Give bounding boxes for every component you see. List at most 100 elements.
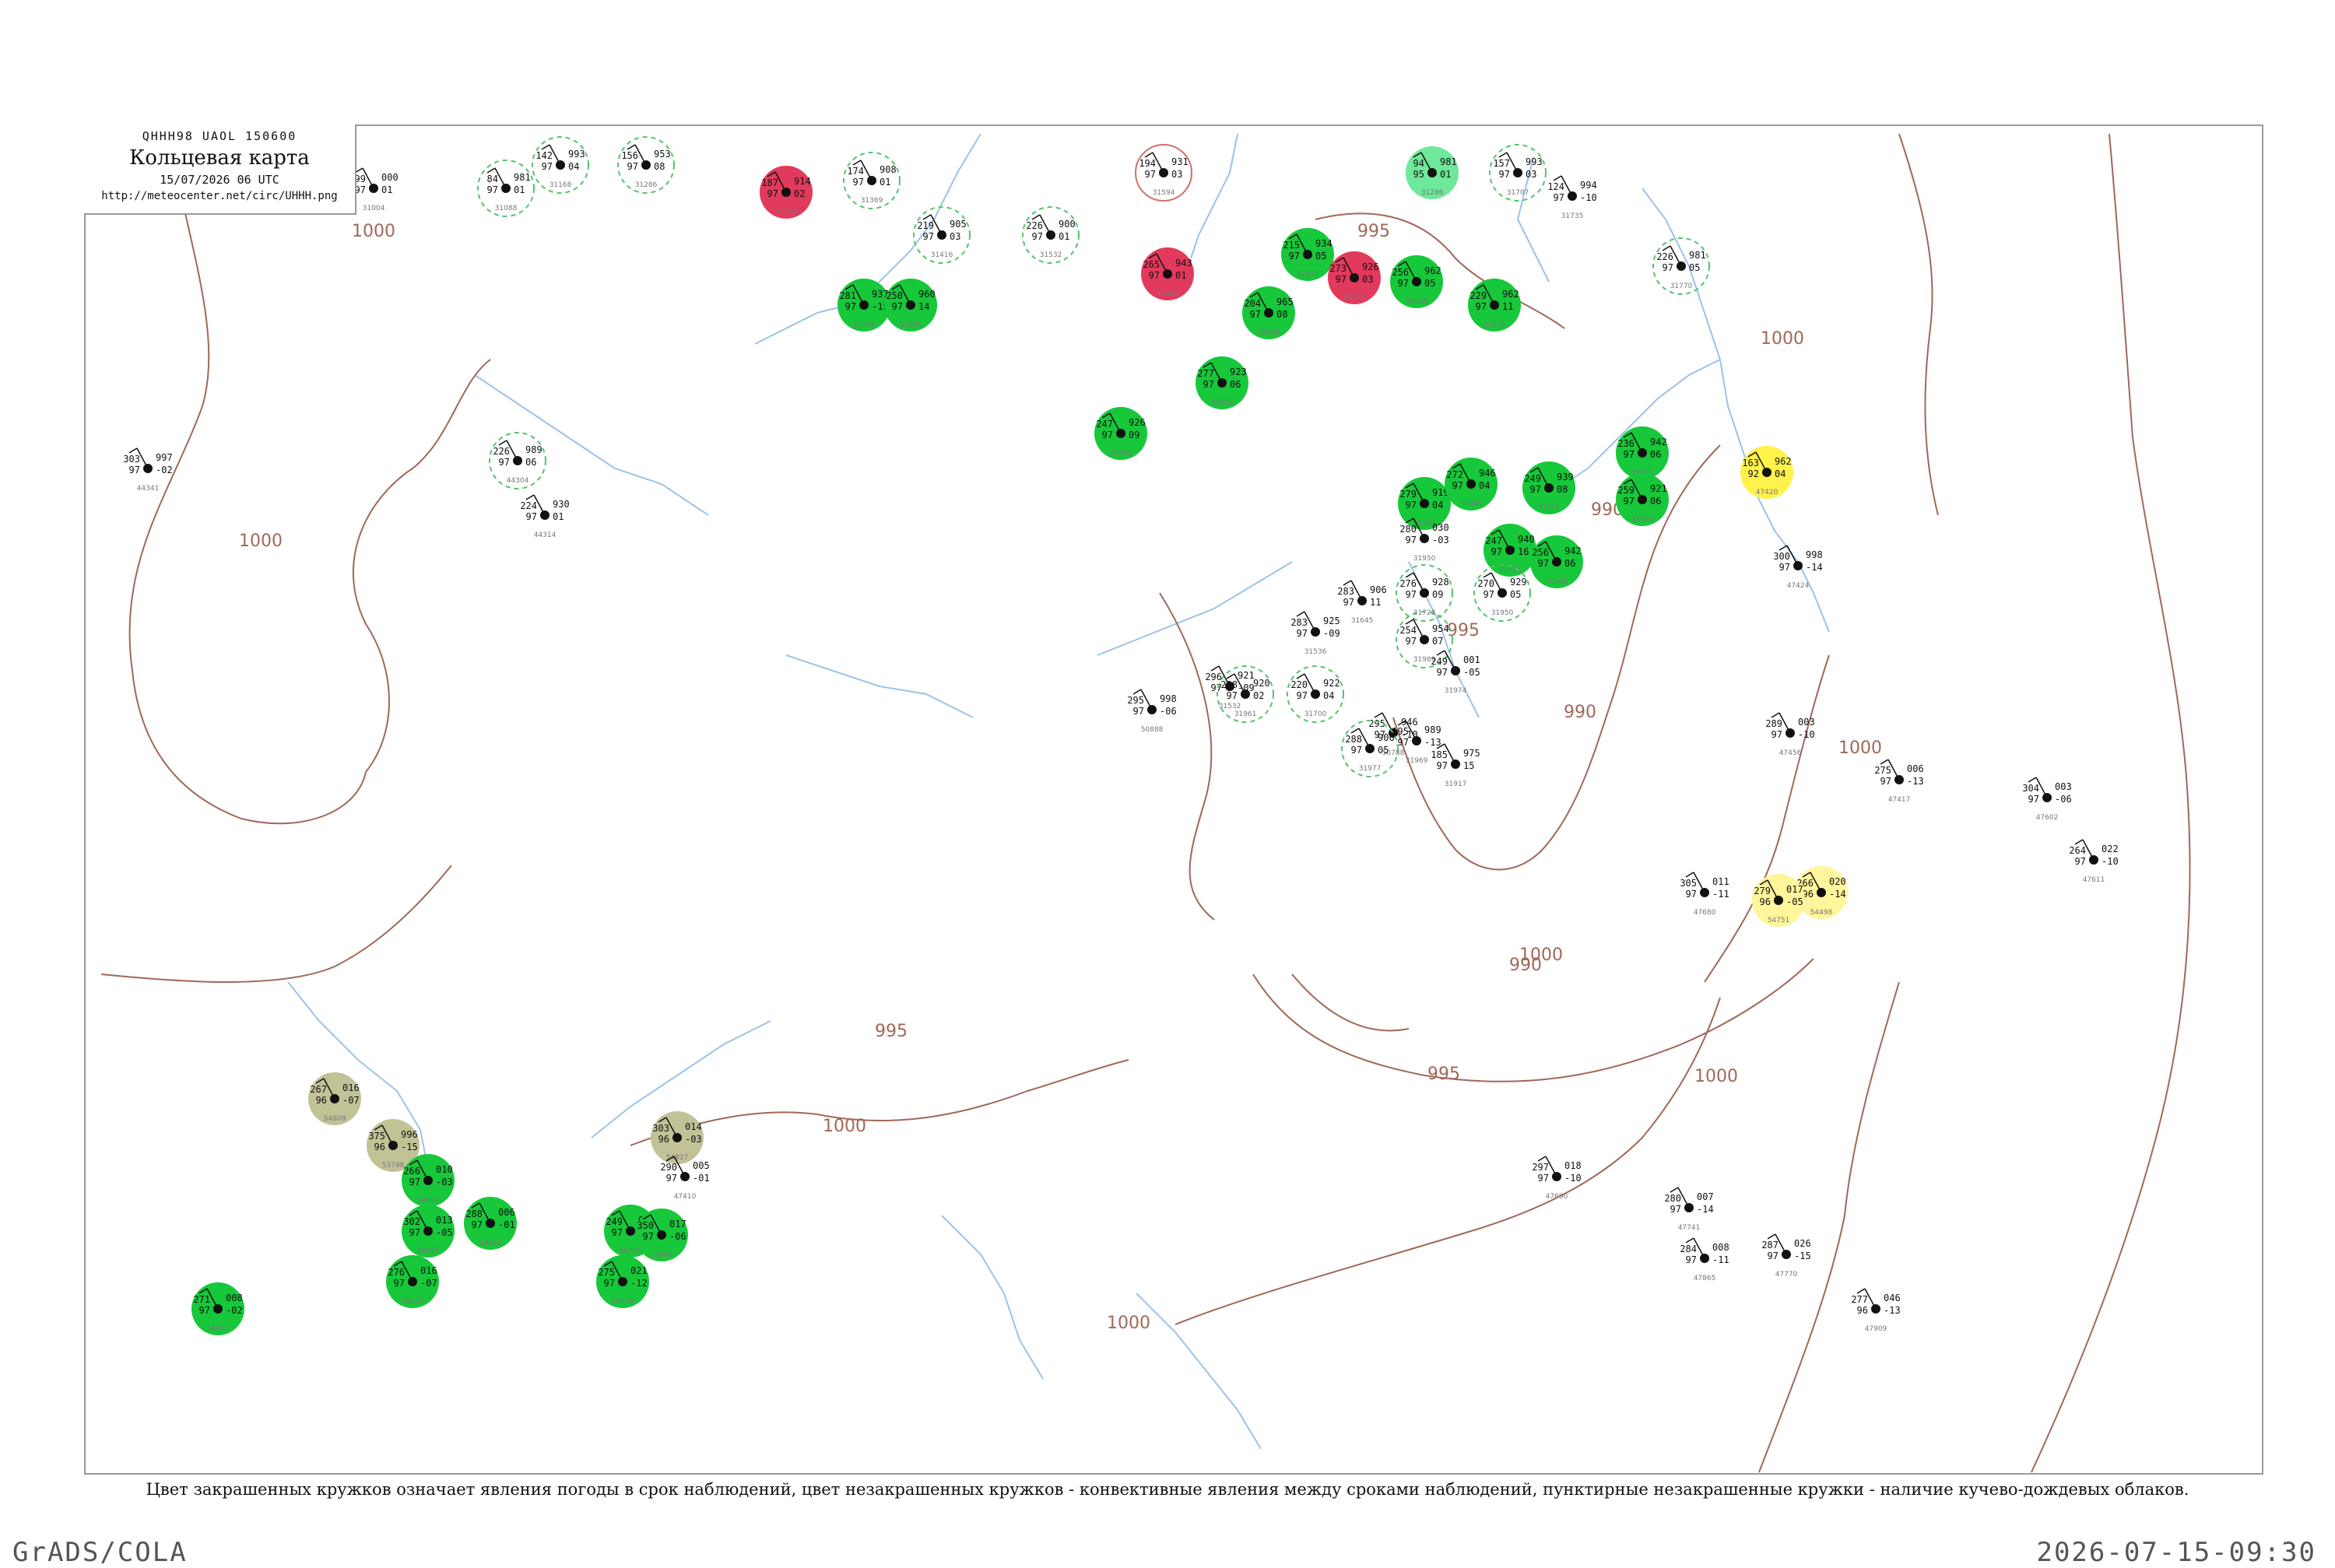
station-plot[interactable]: 21997 90503 31416 — [913, 206, 971, 264]
station-plot[interactable]: 29097 005 -01 47410 — [660, 1156, 710, 1201]
station-plot[interactable]: 27297 94604 30965 — [1445, 458, 1498, 510]
station-plot[interactable]: 30497 003 -06 47602 — [2022, 777, 2072, 822]
station-plot[interactable]: 25697 942 06 30965 — [1530, 535, 1583, 588]
station-plot[interactable]: 19497 931 03 31594 — [1135, 144, 1192, 202]
station-plot[interactable]: 27597 021 -12 54916 — [596, 1255, 649, 1308]
station-tendency: -02 — [226, 1305, 243, 1316]
station-tendency: 11 — [1370, 597, 1381, 608]
station-plot[interactable]: 27597 006 -13 47417 — [1874, 759, 1924, 804]
station-tendency: -10 — [1564, 1173, 1582, 1184]
station-plot[interactable]: 30397 997 -02 44341 — [123, 447, 173, 493]
station-plot[interactable]: 29597 998 -06 50888 — [1127, 689, 1177, 734]
station-plot[interactable]: 21597 934 05 31873 — [1281, 228, 1334, 281]
station-plot[interactable]: 22697 98105 31770 — [1652, 237, 1710, 295]
station-plot[interactable]: 28397 906 11 31645 — [1337, 580, 1387, 625]
station-id: 31700 — [1304, 710, 1327, 718]
station-plot[interactable]: 8497 98101 31088 — [477, 160, 535, 217]
station-humidity: 97 — [1476, 301, 1487, 312]
station-humidity: 97 — [1880, 776, 1891, 787]
station-plot[interactable]: 25997 921 06 31454 — [1616, 473, 1669, 526]
station-plot[interactable]: 27197 008 -02 54843 — [191, 1282, 244, 1335]
station-id: 47417 — [1888, 796, 1911, 804]
isobar-line — [1898, 133, 1939, 516]
station-plot[interactable]: 20497 965 08 31909 — [1242, 286, 1295, 339]
station-id: 47611 — [2083, 876, 2105, 884]
station-plot[interactable]: 26497 022 -10 47611 — [2069, 839, 2119, 884]
station-plot[interactable]: 22997 96211 31975 — [1468, 279, 1521, 331]
station-plot[interactable]: 26796 016 -07 54809 — [308, 1072, 361, 1125]
station-plot[interactable]: 28897 006-01 54863 — [464, 1197, 517, 1250]
station-plot[interactable]: 12497 994-10 31735 — [1547, 175, 1597, 220]
station-pressure: 022 — [2102, 844, 2119, 854]
station-plot[interactable]: 27797 923 06 31919 — [1196, 356, 1248, 409]
station-plot[interactable]: 30597 011 -11 47680 — [1680, 872, 1729, 917]
station-tendency: 04 — [1775, 468, 1785, 479]
station-plot[interactable]: 276979280931728 — [1396, 564, 1453, 622]
station-pressure: 953 — [654, 149, 671, 160]
station-plot[interactable]: 16392 96204 47420 — [1740, 446, 1793, 499]
station-plot[interactable]: 25097 96014 31881 — [884, 279, 937, 331]
wind-barb-feather — [498, 440, 507, 446]
station-humidity: 97 — [199, 1305, 210, 1316]
title-url[interactable]: http://meteocenter.net/circ/UHHH.png — [84, 190, 355, 202]
station-plot[interactable]: 30097 998 -14 47424 — [1773, 545, 1823, 590]
isobar-line — [1758, 981, 1900, 1473]
station-plot[interactable]: 30297 013-05 54945 — [402, 1205, 455, 1258]
station-plot[interactable]: 22697 90001 31532 — [1022, 206, 1080, 264]
station-plot[interactable]: 26597 943 01 31843 — [1141, 247, 1194, 300]
station-humidity: 96 — [1857, 1305, 1868, 1316]
station-temperature: 279 — [1754, 886, 1771, 896]
station-temperature: 194 — [1139, 158, 1156, 169]
station-id: 54857 — [417, 1197, 440, 1205]
station-plot[interactable]: 99970000131004 — [355, 167, 399, 212]
station-plot[interactable]: 29797 018 -10 47690 — [1532, 1156, 1582, 1201]
station-temperature: 281 — [839, 290, 856, 301]
station-plot[interactable]: 14297 99304 31168 — [532, 136, 589, 194]
isobar-label: 1000 — [1107, 1314, 1150, 1333]
station-plot[interactable]: 24797 926 09 31991 — [1094, 407, 1147, 460]
station-plot[interactable]: 236979420631415 — [1616, 426, 1669, 479]
station-plot[interactable]: 24997 001 -05 31974 — [1431, 650, 1480, 695]
wind-barb-feather — [1226, 673, 1235, 679]
station-pressure: 006 — [498, 1207, 515, 1218]
station-plot[interactable]: 247979401631915 — [1484, 524, 1536, 577]
station-tendency: 01 — [1175, 270, 1186, 281]
station-plot[interactable]: 22497 93001 44314 — [520, 494, 570, 539]
station-plot[interactable]: 28997 003-10 47456 — [1765, 712, 1815, 757]
station-plot[interactable]: 28497 008-11 47865 — [1680, 1237, 1729, 1282]
station-tendency: -05 — [1463, 667, 1480, 678]
station-plot[interactable]: 24997 939 08 31510 — [1522, 461, 1575, 514]
station-plot[interactable]: 30396 014 -03 54827 — [651, 1111, 704, 1164]
station-plot[interactable]: 18597 97515 31917 — [1431, 743, 1480, 788]
station-plot[interactable]: 35097 017 -06 54843 — [635, 1208, 688, 1261]
station-plot[interactable]: 27697 016 -07 54823 — [386, 1255, 439, 1308]
station-tendency: 06 — [1230, 379, 1241, 390]
station-plot[interactable]: 9495 981 01 31286 — [1406, 146, 1459, 199]
isobar-label: 990 — [1564, 703, 1596, 722]
station-pressure: 993 — [568, 149, 585, 160]
station-plot[interactable]: 28397 925 -09 31536 — [1290, 611, 1340, 656]
station-tendency: -14 — [1697, 1204, 1714, 1215]
station-plot[interactable]: 27996 017-05 54751 — [1752, 874, 1805, 927]
isobar-line — [1704, 654, 1830, 983]
station-plot[interactable]: 27796 046 -13 47909 — [1851, 1288, 1901, 1333]
station-plot[interactable]: 17497 908 01 31369 — [843, 152, 901, 209]
station-pressure: 997 — [156, 452, 173, 463]
station-pressure: 017 — [669, 1219, 686, 1229]
station-tendency: 04 — [1323, 690, 1334, 701]
footer-timestamp: 2026-07-15-09:30 — [2036, 1537, 2316, 1568]
station-plot[interactable]: 22097 92204 31700 — [1287, 665, 1344, 723]
station-plot[interactable]: 28797 026 -15 47770 — [1761, 1233, 1811, 1279]
station-plot[interactable]: 28097 007 -14 47741 — [1664, 1187, 1714, 1232]
station-plot[interactable]: 27397 926 03 31915 — [1328, 251, 1381, 304]
station-plot[interactable]: 26697 010 -03 54857 — [402, 1154, 455, 1207]
station-plot[interactable]: 15797 993 03 31707 — [1489, 144, 1547, 202]
station-plot[interactable]: 25697 962 05 31939 — [1390, 255, 1443, 308]
station-plot[interactable]: 22697 989 06 44304 — [489, 432, 546, 489]
station-id: 54823 — [402, 1298, 424, 1306]
station-plot[interactable]: 28197937-1531786 — [837, 279, 890, 331]
station-humidity: 97 — [627, 161, 638, 172]
station-plot[interactable]: 18797 91402 31348 — [760, 166, 813, 219]
station-plot[interactable]: 15697 95308 31286 — [617, 136, 675, 194]
station-tendency: -14 — [1829, 889, 1846, 900]
